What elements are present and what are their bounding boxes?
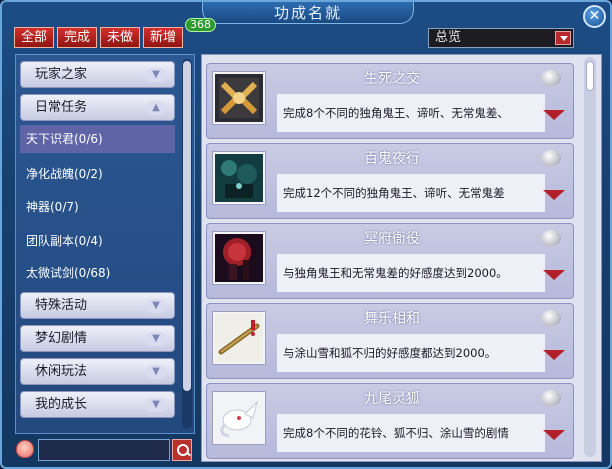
achievement-window: 功成名就 ✕ 全部 完成 未做 新增 368 总览 玩家之家 ▼ 日常任务 ▲ … xyxy=(0,0,612,469)
chevron-down-icon: ▼ xyxy=(146,365,166,379)
expand-arrow-icon[interactable] xyxy=(543,270,565,280)
achievement-card[interactable]: 舞乐相和 与涂山雪和狐不归的好感度都达到2000。 xyxy=(206,303,574,379)
sidebar-scrollbar[interactable] xyxy=(182,59,192,429)
pearl-icon xyxy=(541,150,561,166)
achievement-title: 冥府衙役 xyxy=(364,231,420,247)
category-story[interactable]: 梦幻剧情 ▼ xyxy=(20,325,175,352)
search-input[interactable] xyxy=(38,439,170,461)
new-count-badge: 368 xyxy=(185,18,216,32)
achievement-desc: 与独角鬼王和无常鬼差的好感度达到2000。 xyxy=(277,254,545,292)
chevron-down-icon: ▼ xyxy=(146,68,166,82)
sidebar-item-jinghua[interactable]: 净化战魄(0/2) xyxy=(20,160,175,188)
list-scroll-thumb[interactable] xyxy=(586,61,594,91)
filter-tab-new[interactable]: 新增 xyxy=(143,27,184,48)
chevron-up-icon: ▲ xyxy=(146,101,166,115)
category-daily-tasks[interactable]: 日常任务 ▲ xyxy=(20,94,175,121)
achievement-card[interactable]: 九尾灵狐 完成8个不同的花铃、狐不归、涂山雪的剧情 xyxy=(206,383,574,459)
achievement-desc: 与涂山雪和狐不归的好感度都达到2000。 xyxy=(277,334,545,372)
close-button[interactable]: ✕ xyxy=(583,5,606,28)
achievement-desc: 完成8个不同的独角鬼王、谛听、无常鬼差、 xyxy=(277,94,545,132)
expand-arrow-icon[interactable] xyxy=(543,430,565,440)
achievement-card[interactable]: 生死之交 完成8个不同的独角鬼王、谛听、无常鬼差、 xyxy=(206,63,574,139)
chevron-down-icon: ▼ xyxy=(146,299,166,313)
achievement-card[interactable]: 百鬼夜行 完成12个不同的独角鬼王、谛听、无常鬼差 xyxy=(206,143,574,219)
list-scrollbar[interactable] xyxy=(584,57,596,457)
achievement-title: 百鬼夜行 xyxy=(364,151,420,167)
peach-icon xyxy=(16,440,34,458)
sidebar-item-taiwei[interactable]: 太微试剑(0/68) xyxy=(20,259,175,287)
title-bar: 功成名就 xyxy=(202,2,414,24)
sidebar-item-shenqi[interactable]: 神器(0/7) xyxy=(20,193,175,221)
category-growth[interactable]: 我的成长 ▼ xyxy=(20,391,175,418)
category-label: 我的成长 xyxy=(35,397,88,412)
search-button[interactable] xyxy=(172,439,192,461)
sidebar-item-tianxia[interactable]: 天下识君(0/6) xyxy=(20,125,175,153)
achievement-desc: 完成8个不同的花铃、狐不归、涂山雪的剧情 xyxy=(277,414,545,452)
sidebar-scroll-thumb[interactable] xyxy=(183,61,191,391)
filter-tab-all[interactable]: 全部 xyxy=(14,27,55,48)
sidebar-item-tuandui[interactable]: 团队副本(0/4) xyxy=(20,227,175,255)
pearl-icon xyxy=(541,390,561,406)
chevron-down-icon[interactable] xyxy=(555,31,571,45)
chevron-down-icon: ▼ xyxy=(146,398,166,412)
category-label: 梦幻剧情 xyxy=(35,331,88,346)
category-label: 休闲玩法 xyxy=(35,364,88,379)
expand-arrow-icon[interactable] xyxy=(543,110,565,120)
achievement-desc: 完成12个不同的独角鬼王、谛听、无常鬼差 xyxy=(277,174,545,212)
filter-tab-done[interactable]: 完成 xyxy=(57,27,98,48)
category-sidebar: 玩家之家 ▼ 日常任务 ▲ 天下识君(0/6) 净化战魄(0/2) 神器(0/7… xyxy=(15,54,195,434)
category-player-home[interactable]: 玩家之家 ▼ xyxy=(20,61,175,88)
filter-tab-undone[interactable]: 未做 xyxy=(100,27,141,48)
achievement-title: 舞乐相和 xyxy=(364,311,420,327)
category-label: 日常任务 xyxy=(35,100,88,115)
achievement-title: 生死之交 xyxy=(364,71,420,87)
category-label: 玩家之家 xyxy=(35,67,88,82)
achievement-card[interactable]: 冥府衙役 与独角鬼王和无常鬼差的好感度达到2000。 xyxy=(206,223,574,299)
category-label: 特殊活动 xyxy=(35,298,88,313)
chevron-down-icon: ▼ xyxy=(146,332,166,346)
achievement-title: 九尾灵狐 xyxy=(364,391,420,407)
pearl-icon xyxy=(541,310,561,326)
dropdown-selected: 总览 xyxy=(435,30,462,45)
view-dropdown[interactable]: 总览 xyxy=(428,28,574,48)
pearl-icon xyxy=(541,70,561,86)
pearl-icon xyxy=(541,230,561,246)
achievement-list: 生死之交 完成8个不同的独角鬼王、谛听、无常鬼差、 百鬼夜行 完成12个不同的独… xyxy=(201,54,602,462)
filter-tabs: 全部 完成 未做 新增 xyxy=(14,27,184,48)
expand-arrow-icon[interactable] xyxy=(543,190,565,200)
window-title: 功成名就 xyxy=(273,4,342,22)
category-special-events[interactable]: 特殊活动 ▼ xyxy=(20,292,175,319)
expand-arrow-icon[interactable] xyxy=(543,350,565,360)
close-icon: ✕ xyxy=(588,8,601,24)
category-leisure[interactable]: 休闲玩法 ▼ xyxy=(20,358,175,385)
